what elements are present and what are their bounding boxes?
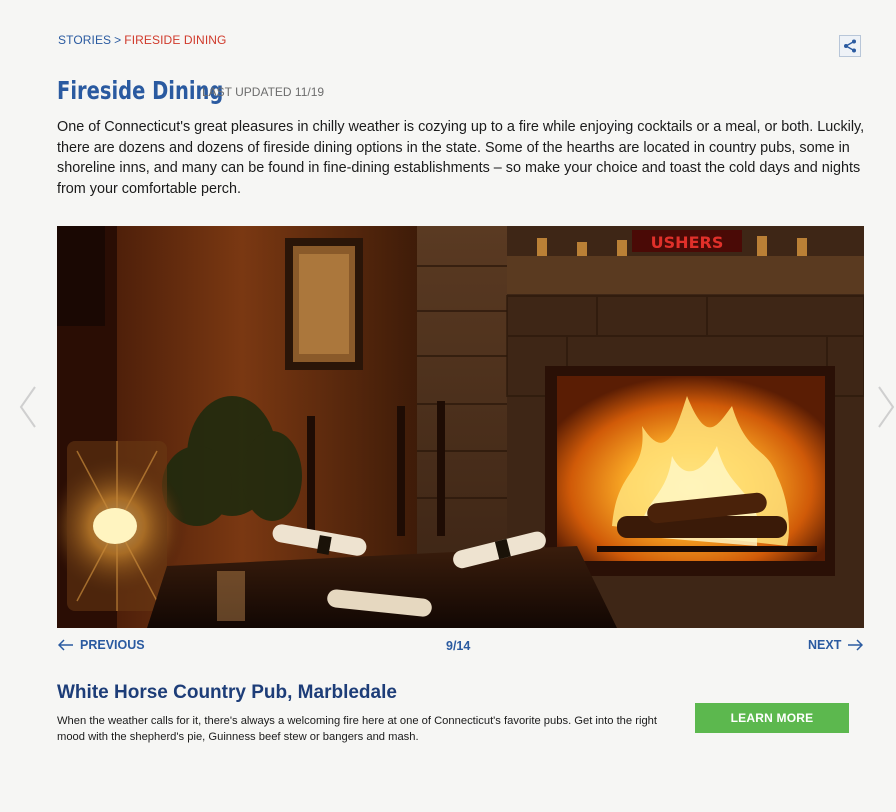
- arrow-left-icon: [58, 639, 73, 651]
- breadcrumb-current: FIRESIDE DINING: [124, 33, 227, 47]
- intro-paragraph: One of Connecticut's great pleasures in …: [57, 119, 865, 197]
- next-label: NEXT: [808, 638, 842, 652]
- chevron-right-icon: [878, 386, 895, 428]
- learn-more-button[interactable]: LEARN MORE: [695, 703, 849, 733]
- breadcrumb-stories-link[interactable]: STORIES: [58, 33, 111, 47]
- breadcrumb-separator: >: [114, 33, 122, 47]
- previous-link[interactable]: PREVIOUS: [58, 638, 145, 652]
- chevron-left-icon: [19, 386, 36, 428]
- page: STORIES > FIRESIDE DINING Fireside Dining …: [0, 0, 896, 812]
- share-button[interactable]: [839, 35, 861, 57]
- breadcrumb: STORIES > FIRESIDE DINING: [58, 33, 226, 47]
- arrow-right-icon: [848, 639, 864, 651]
- page-title: Fireside Dining: [57, 76, 224, 105]
- venue-title: White Horse Country Pub, Marbledale: [57, 682, 397, 703]
- last-updated: LAST UPDATED 11/19: [202, 85, 325, 99]
- slide-counter: 9/14: [446, 639, 471, 653]
- title-row: Fireside Dining LAST UPDATED 11/19: [57, 76, 324, 105]
- neon-sign-text: USHERS: [651, 233, 724, 252]
- previous-label: PREVIOUS: [80, 638, 145, 652]
- next-link[interactable]: NEXT: [808, 638, 864, 652]
- hero-photo: USHERS: [57, 226, 864, 628]
- fireplace-scene: USHERS: [57, 226, 864, 628]
- carousel-next-arrow[interactable]: [876, 385, 896, 429]
- carousel-prev-arrow[interactable]: [18, 385, 38, 429]
- venue-description: When the weather calls for it, there's a…: [57, 715, 657, 743]
- share-icon: [844, 39, 856, 53]
